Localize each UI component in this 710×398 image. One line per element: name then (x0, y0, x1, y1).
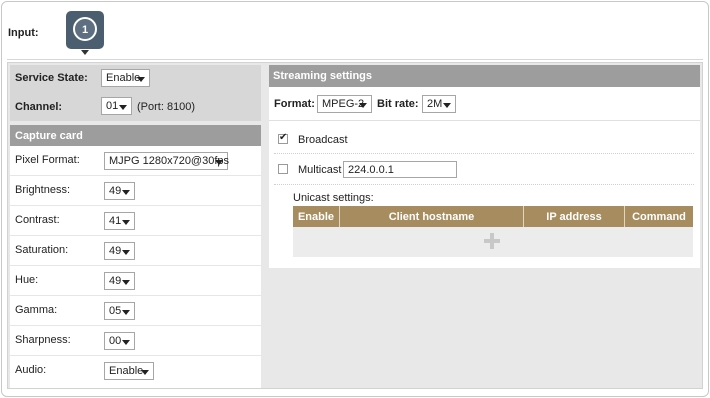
multicast-checkbox[interactable] (278, 164, 288, 174)
input-number: 1 (81, 24, 89, 36)
capture-card-header: Capture card (10, 125, 261, 146)
unicast-col-ip: IP address (524, 206, 625, 227)
service-section: Service State: Enable Channel: 01 (Port:… (10, 65, 261, 121)
brightness-value: 49 (109, 185, 122, 197)
contrast-label: Contrast: (15, 214, 60, 226)
streaming-section: Streaming settings Format: MPEG-2 Bit ra… (269, 65, 700, 268)
pixel-format-label: Pixel Format: (15, 154, 80, 166)
capture-card-body: Pixel Format: MJPG 1280x720@30fps Bright… (10, 146, 261, 388)
input-label: Input: (8, 27, 39, 39)
input-selector[interactable]: 1 (66, 11, 104, 49)
bitrate-label: Bit rate: (377, 98, 419, 110)
hue-label: Hue: (15, 274, 39, 286)
check-icon: ✔ (279, 132, 288, 143)
channel-select[interactable]: 01 (101, 97, 132, 115)
capture-row-audio: Audio: Enable (10, 356, 261, 386)
capture-row-hue: Hue: 49 (10, 266, 261, 296)
hue-select[interactable]: 49 (104, 272, 135, 290)
contrast-select[interactable]: 41 (104, 212, 135, 230)
gamma-value: 05 (109, 305, 122, 317)
channel-label: Channel: (15, 101, 63, 113)
multicast-label: Multicast (298, 164, 342, 176)
service-state-value: Enable (106, 72, 141, 84)
capture-row-gamma: Gamma: 05 (10, 296, 261, 326)
hue-value: 49 (109, 275, 122, 287)
left-column: Service State: Enable Channel: 01 (Port:… (10, 65, 261, 388)
capture-row-sharpness: Sharpness: 00 (10, 326, 261, 356)
format-value: MPEG-2 (322, 98, 365, 110)
capture-row-brightness: Brightness: 49 (10, 176, 261, 206)
format-label: Format: (274, 98, 315, 110)
capture-row-saturation: Saturation: 49 (10, 236, 261, 266)
format-select[interactable]: MPEG-2 (317, 95, 372, 113)
broadcast-label: Broadcast (298, 134, 348, 146)
capture-row-contrast: Contrast: 41 (10, 206, 261, 236)
streaming-settings-header: Streaming settings (269, 65, 700, 87)
service-state-select[interactable]: Enable (101, 69, 150, 87)
sharpness-value: 00 (109, 335, 122, 347)
unicast-settings-label: Unicast settings: (293, 192, 374, 204)
port-note: (Port: 8100) (137, 101, 196, 113)
sharpness-label: Sharpness: (15, 334, 71, 346)
saturation-label: Saturation: (15, 244, 69, 256)
audio-select[interactable]: Enable (104, 362, 154, 380)
unicast-col-enable: Enable (293, 206, 340, 227)
broadcast-divider (274, 153, 694, 154)
saturation-value: 49 (109, 245, 122, 257)
gamma-label: Gamma: (15, 304, 58, 316)
brightness-select[interactable]: 49 (104, 182, 135, 200)
unicast-table-header: Enable Client hostname IP address Comman… (293, 206, 693, 227)
channel-value: 01 (106, 100, 119, 112)
bitrate-value: 2M (427, 98, 443, 110)
unicast-table: Enable Client hostname IP address Comman… (293, 206, 693, 257)
contrast-value: 41 (109, 215, 122, 227)
top-divider (7, 59, 703, 60)
gamma-select[interactable]: 05 (104, 302, 135, 320)
input-selected-caret-icon (81, 50, 89, 55)
multicast-divider (274, 184, 694, 185)
pixel-format-select[interactable]: MJPG 1280x720@30fps (104, 152, 230, 170)
format-divider (269, 120, 700, 121)
audio-label: Audio: (15, 364, 47, 376)
saturation-select[interactable]: 49 (104, 242, 135, 260)
pixel-format-value: MJPG 1280x720@30fps (109, 155, 230, 167)
add-unicast-plus-icon[interactable] (484, 233, 500, 249)
multicast-address-input[interactable] (343, 161, 457, 178)
unicast-col-command: Command (632, 211, 686, 223)
unicast-col-hostname: Client hostname (340, 206, 524, 227)
audio-value: Enable (109, 365, 144, 377)
service-state-label: Service State: (15, 72, 88, 84)
broadcast-checkbox[interactable]: ✔ (278, 132, 288, 144)
bitrate-select[interactable]: 2M (422, 95, 456, 113)
brightness-label: Brightness: (15, 184, 71, 196)
sharpness-select[interactable]: 00 (104, 332, 135, 350)
capture-row-pixel-format: Pixel Format: MJPG 1280x720@30fps (10, 146, 261, 176)
